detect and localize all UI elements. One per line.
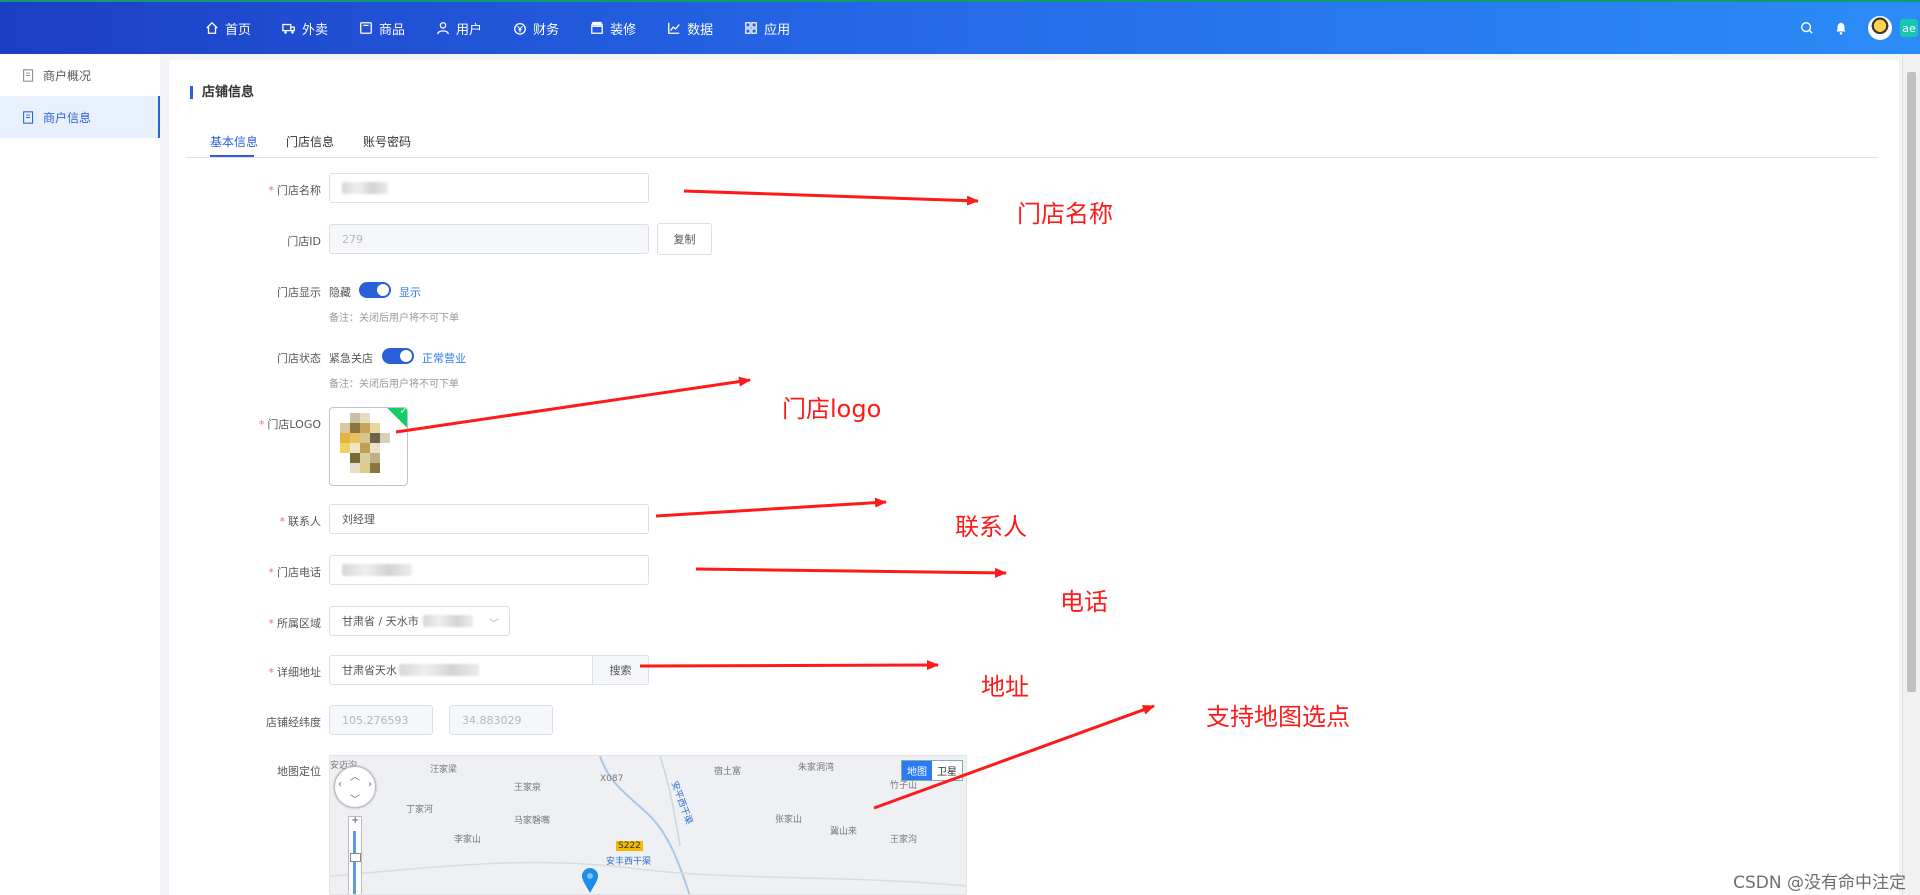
annotation-arrows <box>395 189 1155 810</box>
annotation-store-logo: 门店logo <box>782 395 882 423</box>
arrow-phone <box>695 567 1007 578</box>
arrow-store-logo <box>395 376 751 434</box>
arrow-map <box>873 704 1155 810</box>
annotation-address: 地址 <box>981 673 1029 701</box>
watermark: CSDN @没有命中注定 <box>1733 873 1906 893</box>
arrow-contact <box>655 497 887 518</box>
annotation-contact: 联系人 <box>955 513 1027 541</box>
arrow-address <box>639 660 939 671</box>
arrow-store-name <box>683 189 979 206</box>
annotation-phone: 电话 <box>1060 588 1108 616</box>
annotation-map: 支持地图选点 <box>1206 703 1350 731</box>
annotation-store-name: 门店名称 <box>1017 200 1113 228</box>
